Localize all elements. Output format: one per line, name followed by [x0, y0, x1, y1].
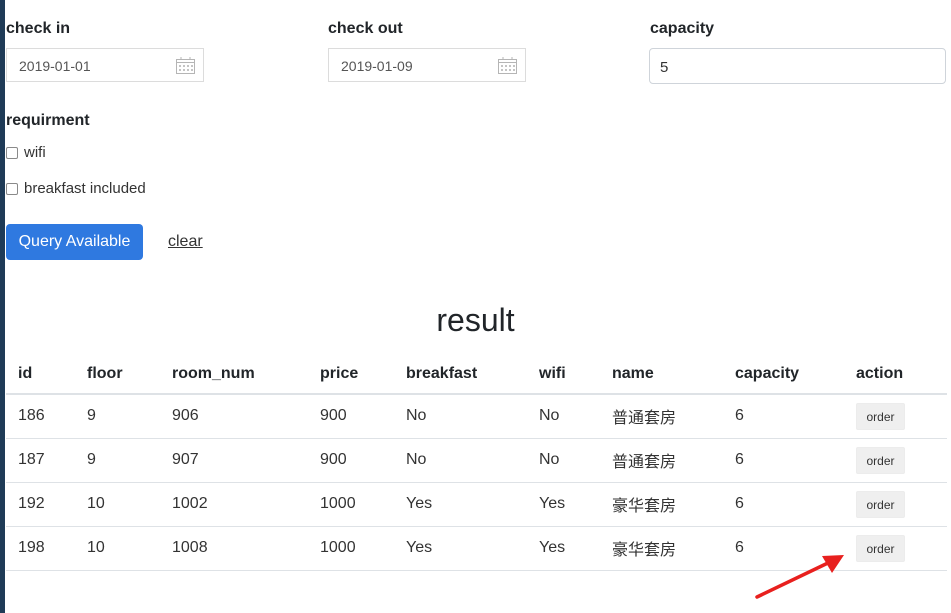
check-out-field[interactable]: 2019-01-09	[328, 48, 526, 82]
cell-price: 900	[308, 394, 394, 439]
cell-id: 198	[6, 526, 75, 571]
cell-id: 192	[6, 482, 75, 527]
column-header-breakfast: breakfast	[394, 354, 527, 395]
red-arrow-icon	[755, 555, 844, 599]
cell-action: order	[844, 526, 947, 571]
result-table: id floor room_num price breakfast wifi n…	[6, 354, 947, 571]
capacity-input[interactable]: 5	[649, 48, 946, 84]
capacity-label: capacity	[650, 20, 715, 37]
clear-link[interactable]: clear	[168, 233, 203, 251]
cell-room-num: 1002	[160, 482, 308, 527]
breakfast-checkbox[interactable]	[6, 182, 18, 195]
wifi-checkbox[interactable]	[6, 146, 18, 159]
order-button[interactable]: order	[856, 402, 905, 430]
cell-capacity: 6	[723, 394, 844, 439]
column-header-action: action	[844, 354, 947, 395]
cell-wifi: No	[527, 394, 600, 439]
cell-wifi: Yes	[527, 526, 600, 571]
calendar-icon[interactable]	[498, 57, 517, 79]
table-row: 186 9 906 900 No No 普通套房 6 order	[6, 394, 947, 439]
cell-wifi: No	[527, 438, 600, 483]
query-available-button[interactable]: Query Available	[6, 224, 143, 260]
cell-name: 普通套房	[600, 438, 723, 483]
cell-name: 豪华套房	[600, 526, 723, 571]
check-in-value: 2019-01-01	[19, 58, 91, 74]
wifi-option[interactable]: wifi	[6, 144, 46, 161]
cell-capacity: 6	[723, 438, 844, 483]
cell-name: 普通套房	[600, 394, 723, 439]
cell-floor: 10	[75, 526, 160, 571]
breakfast-option[interactable]: breakfast included	[6, 180, 146, 197]
cell-price: 1000	[308, 526, 394, 571]
cell-room-num: 907	[160, 438, 308, 483]
result-title: result	[436, 302, 515, 338]
order-button[interactable]: order	[856, 534, 905, 562]
table-row: 187 9 907 900 No No 普通套房 6 order	[6, 438, 947, 483]
cell-wifi: Yes	[527, 482, 600, 527]
cell-floor: 9	[75, 438, 160, 483]
cell-room-num: 906	[160, 394, 308, 439]
cell-action: order	[844, 394, 947, 439]
column-header-id: id	[6, 354, 75, 395]
cell-room-num: 1008	[160, 526, 308, 571]
order-button[interactable]: order	[856, 446, 905, 474]
table-header-row: id floor room_num price breakfast wifi n…	[6, 354, 947, 395]
capacity-value: 5	[660, 59, 669, 76]
cell-id: 186	[6, 394, 75, 439]
cell-floor: 9	[75, 394, 160, 439]
check-in-label: check in	[6, 20, 71, 37]
cell-breakfast: No	[394, 394, 527, 439]
breakfast-option-label: breakfast included	[24, 180, 146, 197]
check-out-label: check out	[328, 20, 403, 37]
cell-price: 1000	[308, 482, 394, 527]
calendar-icon[interactable]	[176, 57, 195, 79]
column-header-name: name	[600, 354, 723, 395]
cell-breakfast: No	[394, 438, 527, 483]
requirement-label: requirment	[6, 112, 90, 129]
cell-action: order	[844, 482, 947, 527]
column-header-capacity: capacity	[723, 354, 844, 395]
column-header-floor: floor	[75, 354, 160, 395]
cell-breakfast: Yes	[394, 526, 527, 571]
check-in-field[interactable]: 2019-01-01	[6, 48, 204, 82]
cell-id: 187	[6, 438, 75, 483]
check-out-value: 2019-01-09	[341, 58, 413, 74]
order-button[interactable]: order	[856, 490, 905, 518]
cell-action: order	[844, 438, 947, 483]
cell-breakfast: Yes	[394, 482, 527, 527]
column-header-wifi: wifi	[527, 354, 600, 395]
cell-capacity: 6	[723, 482, 844, 527]
table-row: 192 10 1002 1000 Yes Yes 豪华套房 6 order	[6, 482, 947, 527]
cell-name: 豪华套房	[600, 482, 723, 527]
wifi-option-label: wifi	[24, 144, 46, 161]
column-header-room-num: room_num	[160, 354, 308, 395]
column-header-price: price	[308, 354, 394, 395]
cell-floor: 10	[75, 482, 160, 527]
cell-price: 900	[308, 438, 394, 483]
